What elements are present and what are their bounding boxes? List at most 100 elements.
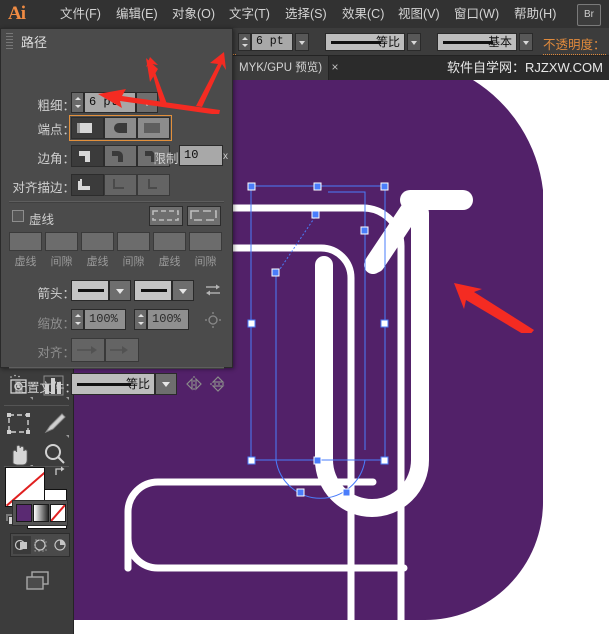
arrow-align-label: 对齐： [37,346,75,360]
draw-behind-icon[interactable] [32,536,50,554]
menu-window[interactable]: 窗口(W) [450,4,503,24]
toolbar-separator-1 [4,405,69,406]
arrowhead-end-dropdown-arrow[interactable] [172,280,194,301]
color-mode-buttons[interactable] [12,500,68,526]
artboard-tool[interactable] [0,408,36,441]
align-outside-icon[interactable] [137,174,170,196]
watermark-text: 软件自学网：RJZXW.COM [447,60,603,75]
arrowhead-start-preview [78,289,104,292]
tools-panel[interactable] [0,360,74,634]
bridge-button[interactable]: Br [577,4,601,26]
dashed-line-label: 虚线 [29,213,55,227]
arrow-scale-end-input[interactable]: 100% [147,309,189,330]
ai-logo: Ai [8,3,26,24]
anchor-tr [380,182,389,191]
dashed-line-checkbox[interactable] [12,210,24,222]
projecting-cap-icon[interactable] [137,117,170,139]
extend-beyond-icon[interactable] [71,338,105,362]
arrow-scale-start-stepper[interactable] [71,309,84,330]
draw-normal-icon[interactable] [13,536,31,554]
menu-effect[interactable]: 效果(C) [338,4,388,24]
profile-label: 配置文件： [14,381,77,395]
stroke-panel-grip[interactable] [6,33,13,49]
panel-separator-2 [9,367,224,369]
arrow-scale-start-input[interactable]: 100% [84,309,126,330]
dash-field-3-label: 虚线 [158,256,181,268]
menu-edit[interactable]: 编辑(E) [112,4,162,24]
anchor-path-5 [342,488,351,497]
miter-limit-input[interactable]: 10 [179,145,223,166]
align-stroke-label: 对齐描边： [12,181,75,195]
arrowhead-start-dropdown-arrow[interactable] [109,280,131,301]
menu-object[interactable]: 对象(O) [168,4,219,24]
anchor-bl [247,456,256,465]
brush-line-preview [443,41,493,44]
anchor-path-1 [271,268,280,277]
arrow-to-artwork-path [454,283,534,333]
dash-field-1[interactable] [9,232,42,251]
document-tab-label: MYK/GPU 预览) [239,62,323,74]
menu-file[interactable]: 文件(F) [56,4,105,24]
arrowheads-label: 箭头： [37,287,75,301]
change-screen-mode-icon[interactable] [24,570,54,592]
round-cap-icon[interactable] [104,117,137,139]
link-scale-icon[interactable] [204,311,222,329]
stroke-weight-input[interactable]: 6 pt [251,33,293,51]
flip-horizontal-icon[interactable] [185,375,203,393]
draw-mode-buttons[interactable] [10,533,70,557]
slice-tool[interactable] [36,408,72,441]
brush-definition-dropdown-arrow[interactable] [519,33,533,51]
miter-join-icon[interactable] [71,145,104,167]
color-button[interactable] [16,504,32,522]
width-profile-dropdown-arrow[interactable] [407,33,421,51]
menu-type[interactable]: 文字(T) [225,4,274,24]
gap-field-2[interactable] [117,232,150,251]
anchor-ml [247,319,256,328]
arrow-to-round-cap-button [98,89,220,114]
none-button[interactable] [50,504,66,522]
stroke-weight-stepper[interactable] [238,33,251,51]
butt-cap-icon[interactable] [71,117,104,139]
brush-definition-field[interactable]: 基本 [437,33,517,51]
arrowhead-end-field[interactable] [134,280,172,301]
swap-arrows-icon[interactable] [204,282,222,298]
dash-preserve-icon[interactable] [149,206,183,226]
gradient-button[interactable] [33,504,49,522]
menu-select[interactable]: 选择(S) [281,4,331,24]
arrowhead-start-field[interactable] [71,280,109,301]
arrow-scale-label: 缩放： [37,317,75,331]
arrow-scale-end-stepper[interactable] [134,309,147,330]
tool-corner-indicator [66,397,69,400]
swap-fill-stroke-icon[interactable] [53,465,67,479]
tool-corner-indicator [30,397,33,400]
dash-fit-icon[interactable] [187,206,221,226]
weight-label: 粗细： [37,99,75,113]
dash-field-3[interactable] [153,232,186,251]
align-inside-icon[interactable] [104,174,137,196]
close-icon[interactable]: × [328,60,342,74]
menu-help[interactable]: 帮助(H) [510,4,560,24]
weight-stepper[interactable] [71,92,84,113]
anchor-path-4 [296,488,305,497]
width-profile-field[interactable]: 等比 [325,33,405,51]
menu-view[interactable]: 视图(V) [394,4,444,24]
flip-vertical-icon[interactable] [209,375,227,393]
document-tab[interactable]: MYK/GPU 预览) [233,56,330,80]
draw-inside-icon[interactable] [51,536,69,554]
anchor-br [380,456,389,465]
gap-field-2-label: 间隙 [122,256,145,268]
gap-field-1[interactable] [45,232,78,251]
opacity-label[interactable]: 不透明度： [543,34,606,55]
document-tab-bar[interactable]: MYK/GPU 预览) × 软件自学网：RJZXW.COM [233,56,609,80]
menu-bar[interactable]: Ai 文件(F) 编辑(E) 对象(O) 文字(T) 选择(S) 效果(C) 视… [0,0,609,29]
align-center-icon[interactable] [71,174,104,196]
arrowhead-end-preview [141,289,167,292]
stroke-panel-title: 路径 [21,35,48,50]
profile-dropdown-arrow[interactable] [155,373,177,395]
anchor-mr [380,319,389,328]
dash-field-2[interactable] [81,232,114,251]
gap-field-3[interactable] [189,232,222,251]
place-at-end-icon[interactable] [105,338,139,362]
profile-field[interactable]: 等比 [71,373,155,395]
stroke-weight-dropdown-arrow[interactable] [295,33,309,51]
